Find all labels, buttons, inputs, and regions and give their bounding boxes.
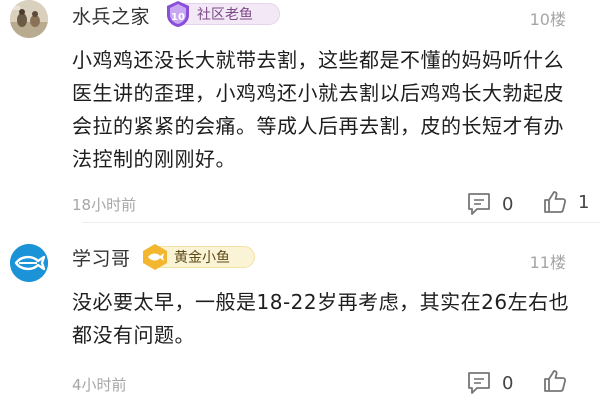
reply-count: 0	[502, 193, 514, 215]
photo-avatar	[10, 0, 48, 38]
reply-button[interactable]: 0	[466, 191, 513, 217]
reply-count: 0	[502, 372, 514, 394]
avatar[interactable]	[10, 0, 48, 38]
badge-label: 社区老鱼	[197, 7, 253, 23]
username[interactable]: 学习哥	[72, 244, 131, 271]
gold-badge[interactable]: 黄金小鱼	[143, 244, 255, 270]
username[interactable]: 水兵之家	[72, 2, 150, 29]
thumbs-up-icon	[544, 191, 567, 213]
floor-number: 11楼	[529, 253, 566, 272]
community-badge[interactable]: 10 社区老鱼	[167, 1, 280, 27]
comment-item: 学习哥 黄金小鱼 11楼 没必要太早，一般是18-22岁再考虑，其实在26左右也…	[0, 222, 600, 400]
reply-button[interactable]: 0	[466, 370, 513, 396]
badge-label: 黄金小鱼	[174, 250, 230, 266]
like-button[interactable]	[542, 368, 578, 394]
avatar[interactable]	[10, 244, 48, 282]
fish-avatar-icon	[10, 244, 48, 282]
floor-number: 10楼	[529, 10, 566, 29]
reply-icon	[468, 372, 490, 394]
like-button[interactable]: 1	[542, 189, 589, 215]
svg-text:10: 10	[171, 12, 185, 23]
comment-text: 小鸡鸡还没长大就带去割，这些都是不懂的妈妈听什么医生讲的歪理，小鸡鸡还小就去割以…	[72, 48, 564, 171]
thumbs-up-icon	[544, 370, 567, 392]
comment-item: 水兵之家 10 社区老鱼 10楼 小鸡鸡还没长大就带去割，这些都是不懂的妈妈听什…	[0, 0, 600, 222]
level-shield-icon: 10	[167, 1, 189, 27]
like-count: 1	[578, 191, 590, 213]
reply-icon	[468, 193, 490, 215]
timestamp: 18小时前	[72, 196, 137, 214]
gold-fish-badge-icon	[143, 244, 167, 270]
timestamp: 4小时前	[72, 376, 127, 394]
comment-text: 没必要太早，一般是18-22岁再考虑，其实在26左右也都没有问题。	[72, 290, 570, 347]
